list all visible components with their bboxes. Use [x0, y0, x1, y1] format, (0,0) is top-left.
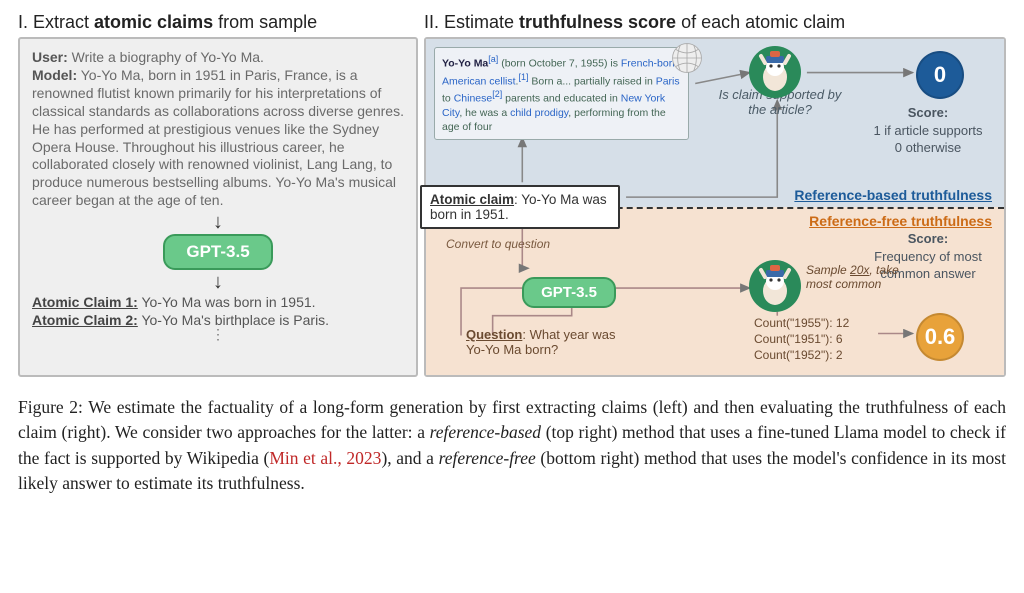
- question-box: Question: What year was Yo-Yo Ma born?: [466, 327, 636, 357]
- right-box: Yo-Yo Ma[a] (born October 7, 1955) is Fr…: [424, 37, 1006, 377]
- title-suffix: of each atomic claim: [676, 12, 845, 32]
- sample-text: User: Write a biography of Yo-Yo Ma. Mod…: [32, 49, 404, 210]
- title-bold: truthfulness score: [519, 12, 676, 32]
- title-bold: atomic claims: [94, 12, 213, 32]
- title-suffix: from sample: [213, 12, 317, 32]
- score-circle-zero: 0: [916, 51, 964, 99]
- wiki-link: Paris: [656, 75, 680, 87]
- panel-extract-claims: I. Extract atomic claims from sample Use…: [18, 12, 418, 377]
- score-desc-top: Score: 1 if article supports 0 otherwise: [858, 105, 998, 156]
- claim1-text: Yo-Yo Ma was born in 1951.: [138, 294, 316, 310]
- reference-based-label: Reference-based truthfulness: [794, 187, 992, 203]
- answer-counts: Count("1955"): 12 Count("1951"): 6 Count…: [754, 315, 849, 364]
- gpt-badge: GPT-3.5: [522, 277, 616, 308]
- llama-icon: [748, 45, 802, 99]
- right-panel-title: II. Estimate truthfulness score of each …: [424, 12, 1006, 33]
- figure-container: I. Extract atomic claims from sample Use…: [18, 12, 1006, 377]
- convert-to-question-label: Convert to question: [446, 237, 550, 251]
- arrow-down-icon: ↓: [32, 272, 404, 292]
- ellipsis-icon: ⋮: [32, 330, 404, 338]
- title-prefix: I. Extract: [18, 12, 94, 32]
- wiki-t: (born October 7, 1955) is: [498, 58, 621, 70]
- llama-icon: [748, 259, 802, 313]
- sample-box: User: Write a biography of Yo-Yo Ma. Mod…: [18, 37, 418, 377]
- citation-link[interactable]: Min et al.: [269, 448, 337, 468]
- user-label: User:: [32, 49, 68, 65]
- figure-caption: Figure 2: We estimate the factuality of …: [18, 395, 1006, 497]
- title-prefix: II. Estimate: [424, 12, 519, 32]
- claim2-label: Atomic Claim 2:: [32, 312, 138, 328]
- wikipedia-snippet: Yo-Yo Ma[a] (born October 7, 1955) is Fr…: [434, 47, 689, 140]
- model-label: Model:: [32, 67, 77, 83]
- gpt-badge: GPT-3.5: [163, 234, 273, 270]
- arrow-down-icon: ↓: [32, 212, 404, 232]
- score-circle-point-six: 0.6: [916, 313, 964, 361]
- wiki-link: child prodigy: [510, 107, 568, 119]
- reference-free-label: Reference-free truthfulness: [809, 213, 992, 229]
- wikipedia-globe-icon: [670, 41, 704, 75]
- atomic-claims-list: Atomic Claim 1: Yo-Yo Ma was born in 195…: [32, 294, 404, 338]
- wiki-link: Chinese: [454, 93, 493, 105]
- model-text: Yo-Yo Ma, born in 1951 in Paris, France,…: [32, 67, 404, 208]
- wiki-link: cellist: [489, 75, 515, 87]
- claim1-label: Atomic Claim 1:: [32, 294, 138, 310]
- panel-estimate-truthfulness: II. Estimate truthfulness score of each …: [424, 12, 1006, 377]
- sample-20x-label: Sample 20x, take most common: [806, 263, 916, 291]
- user-prompt: Write a biography of Yo-Yo Ma.: [68, 49, 264, 65]
- atomic-claim-box: Atomic claim: Yo-Yo Ma was born in 1951.: [420, 185, 620, 229]
- wiki-name: Yo-Yo Ma: [442, 58, 488, 70]
- claim2-text: Yo-Yo Ma's birthplace is Paris.: [138, 312, 329, 328]
- left-panel-title: I. Extract atomic claims from sample: [18, 12, 418, 33]
- wiki-sup: [a]: [488, 54, 498, 64]
